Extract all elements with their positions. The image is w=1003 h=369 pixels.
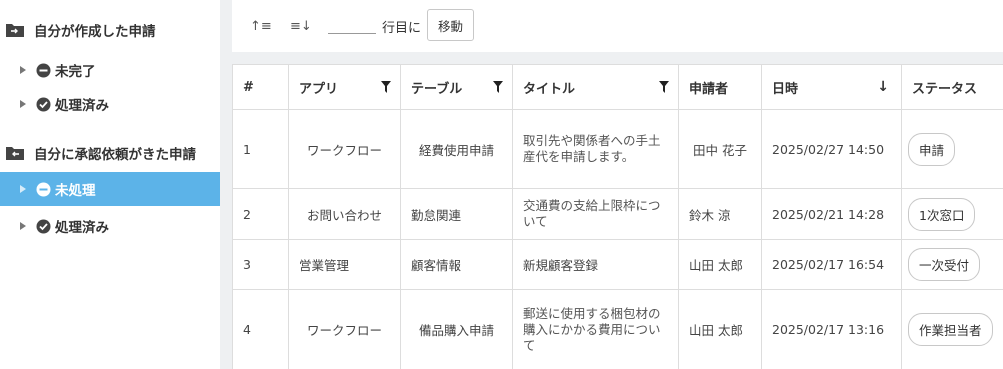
sidebar-group-approval[interactable]: 自分に承認依頼がきた申請 [6, 143, 196, 163]
column-header-app[interactable]: アプリ [289, 65, 401, 110]
sidebar-group-label: 自分が作成した申請 [34, 24, 156, 40]
header-label: # [243, 80, 254, 95]
cell-number: 3 [233, 240, 289, 289]
cell-app: ワークフロー [289, 110, 401, 188]
minus-circle-icon [36, 182, 51, 197]
cell-title: 取引先や関係者への手土産代を申請します。 [513, 110, 679, 188]
cell-date: 2025/02/17 13:16 [762, 290, 902, 369]
row-label: 行目に [382, 21, 422, 36]
cell-applicant: 鈴木 涼 [679, 189, 762, 239]
expand-triangle-icon[interactable] [20, 185, 26, 193]
sidebar-item-label: 処理済み [55, 220, 109, 236]
header-label: アプリ [299, 82, 339, 97]
toolbar: ↑≡ ≡↓ 行目に 移動 [232, 0, 1003, 52]
status-badge[interactable]: 一次受付 [908, 248, 981, 281]
title-text: 取引先や関係者への手土産代を申請します。 [523, 133, 661, 164]
sort-ascending-icon[interactable]: ↑≡ [250, 18, 272, 34]
sidebar-item-processed-approval[interactable]: 処理済み [0, 210, 220, 242]
row-number-input[interactable] [328, 15, 376, 33]
sidebar-item-label: 処理済み [55, 98, 109, 114]
status-badge[interactable]: 1次窓口 [908, 197, 976, 231]
filter-icon[interactable] [659, 81, 669, 97]
cell-table: 顧客情報 [401, 240, 513, 289]
cell-title: 交通費の支給上限枠について [513, 189, 679, 239]
sidebar: 自分が作成した申請 未完了 処理済み 自分に承認依頼がきた申請 未処理 処理済み [0, 0, 220, 369]
filter-icon[interactable] [381, 81, 391, 97]
sidebar-group-created[interactable]: 自分が作成した申請 [6, 20, 156, 40]
cell-applicant: 田中 花子 [679, 110, 762, 188]
cell-title: 新規顧客登録 [513, 240, 679, 289]
cell-table: 勤怠関連 [401, 189, 513, 239]
request-table: # アプリ テーブル タイトル 申請者 日時 ↓ ステータス 1 ワークフロー … [232, 64, 1003, 369]
sidebar-item-label: 未処理 [55, 183, 96, 199]
table-row[interactable]: 1 ワークフロー 経費使用申請 取引先や関係者への手土産代を申請します。 田中 … [233, 110, 1003, 189]
header-label: ステータス [912, 82, 978, 97]
title-text: 交通費の支給上限枠について [523, 198, 661, 229]
cell-number: 1 [233, 110, 289, 188]
title-text: 郵送に使用する梱包材の購入にかかる費用について [523, 305, 661, 353]
column-header-applicant[interactable]: 申請者 [679, 65, 762, 110]
cell-app: ワークフロー [289, 290, 401, 369]
cell-status: 一次受付 [902, 240, 1003, 289]
cell-table: 経費使用申請 [401, 110, 513, 188]
minus-circle-icon [36, 63, 51, 78]
cell-applicant: 山田 太郎 [679, 240, 762, 289]
column-header-title[interactable]: タイトル [513, 65, 679, 110]
cell-date: 2025/02/27 14:50 [762, 110, 902, 188]
sidebar-item-label: 未完了 [55, 64, 96, 80]
header-label: 日時 [772, 82, 799, 97]
cell-app: 営業管理 [289, 240, 401, 289]
header-label: テーブル [411, 82, 463, 97]
sidebar-group-label: 自分に承認依頼がきた申請 [34, 147, 196, 163]
sidebar-item-processed[interactable]: 処理済み [0, 88, 220, 120]
row-number-underline [328, 15, 376, 34]
header-label: タイトル [523, 82, 576, 97]
expand-triangle-icon[interactable] [20, 100, 26, 108]
cell-status: 申請 [902, 110, 1003, 188]
table-header: # アプリ テーブル タイトル 申請者 日時 ↓ ステータス [233, 64, 1003, 110]
column-header-number: # [233, 65, 289, 110]
table-row[interactable]: 3 営業管理 顧客情報 新規顧客登録 山田 太郎 2025/02/17 16:5… [233, 240, 1003, 290]
move-button[interactable]: 移動 [427, 9, 474, 41]
table-row[interactable]: 4 ワークフロー 備品購入申請 郵送に使用する梱包材の購入にかかる費用について … [233, 290, 1003, 369]
cell-table: 備品購入申請 [401, 290, 513, 369]
folder-icon [6, 146, 24, 160]
column-header-date[interactable]: 日時 ↓ [762, 65, 902, 110]
header-label: 申請者 [689, 82, 729, 97]
sidebar-splitter[interactable] [220, 0, 232, 369]
sort-down-arrow-icon[interactable]: ↓ [877, 79, 889, 95]
cell-status: 1次窓口 [902, 189, 1003, 239]
filter-icon[interactable] [493, 81, 503, 97]
expand-triangle-icon[interactable] [20, 222, 26, 230]
cell-title: 郵送に使用する梱包材の購入にかかる費用について [513, 290, 679, 369]
status-badge[interactable]: 申請 [908, 132, 956, 166]
cell-number: 2 [233, 189, 289, 239]
check-circle-icon [36, 219, 51, 234]
folder-icon [6, 23, 24, 37]
sidebar-item-unprocessed[interactable]: 未処理 [0, 172, 220, 206]
cell-date: 2025/02/21 14:28 [762, 189, 902, 239]
cell-date: 2025/02/17 16:54 [762, 240, 902, 289]
expand-triangle-icon[interactable] [20, 66, 26, 74]
check-circle-icon [36, 97, 51, 112]
cell-number: 4 [233, 290, 289, 369]
cell-applicant: 山田 太郎 [679, 290, 762, 369]
sidebar-item-incomplete[interactable]: 未完了 [0, 54, 220, 86]
column-header-table[interactable]: テーブル [401, 65, 513, 110]
status-badge[interactable]: 作業担当者 [908, 313, 993, 346]
toolbar-gap [232, 52, 1003, 64]
cell-app: お問い合わせ [289, 189, 401, 239]
cell-status: 作業担当者 [902, 290, 1003, 369]
column-header-status[interactable]: ステータス [902, 65, 1003, 110]
sort-descending-icon[interactable]: ≡↓ [290, 18, 312, 34]
table-row[interactable]: 2 お問い合わせ 勤怠関連 交通費の支給上限枠について 鈴木 涼 2025/02… [233, 189, 1003, 240]
